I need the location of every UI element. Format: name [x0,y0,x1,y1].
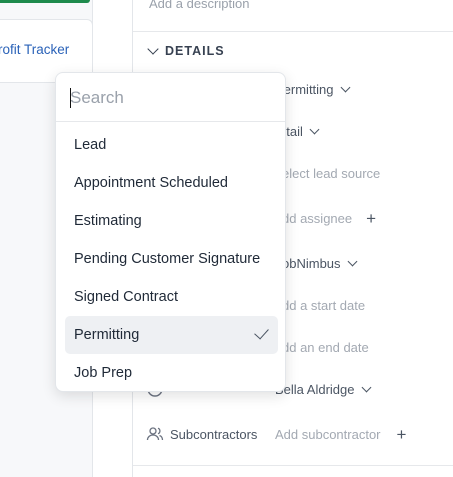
search-bar [56,73,285,122]
profit-tracker-link[interactable]: rofit Tracker [0,42,69,57]
start-date-value[interactable]: dd a start date [282,298,365,313]
text-caret [70,88,71,108]
details-header: DETAILS [165,44,225,58]
option-label: Estimating [74,213,142,229]
assignee-value[interactable]: dd assignee + [282,210,376,227]
chevron-down-icon [340,82,350,92]
sales-rep-value[interactable]: Bella Aldridge [275,381,371,397]
chevron-down-icon [309,124,320,134]
chevron-down-icon [361,382,371,392]
option-pending-customer-signature[interactable]: Pending Customer Signature [65,240,278,278]
option-label: Signed Contract [74,289,178,305]
source-value-text: obNimbus [282,255,341,271]
assignee-value-text: dd assignee [282,210,353,226]
section-divider [133,31,453,32]
subcontractors-value-text: Add subcontractor [275,426,381,442]
chevron-down-icon [147,43,159,55]
option-label: Permitting [74,327,140,343]
option-label: Lead [74,137,107,153]
options-list: Lead Appointment Scheduled Estimating Pe… [56,126,285,391]
option-signed-contract[interactable]: Signed Contract [65,278,278,316]
sales-rep-value-text: Bella Aldridge [275,381,355,397]
search-input[interactable] [70,85,270,111]
description-placeholder[interactable]: Add a description [149,0,249,11]
field-row-subcontractors: Subcontractors Add subcontractor + [133,423,453,445]
option-label: Pending Customer Signature [74,251,261,267]
status-dropdown: Lead Appointment Scheduled Estimating Pe… [55,72,286,392]
end-date-value[interactable]: dd an end date [282,340,369,355]
subcontractors-value[interactable]: Add subcontractor + [275,426,406,443]
left-card-accent [0,0,90,3]
option-appointment-scheduled[interactable]: Appointment Scheduled [65,164,278,202]
option-job-prep[interactable]: Job Prep [65,354,278,391]
chevron-down-icon [347,256,357,266]
users-icon [146,427,164,441]
option-lead[interactable]: Lead [65,126,278,164]
option-permitting[interactable]: Permitting [65,316,278,354]
lead-source-value[interactable]: elect lead source [282,166,380,181]
option-label: Appointment Scheduled [74,175,228,191]
plus-icon[interactable]: + [366,210,376,227]
status-value[interactable]: Permitting [275,82,350,97]
option-label: Job Prep [74,365,133,381]
option-estimating[interactable]: Estimating [65,202,278,240]
details-toggle[interactable]: DETAILS [147,43,225,58]
section-divider [133,465,453,466]
check-icon [254,324,269,340]
source-value[interactable]: obNimbus [282,255,357,271]
plus-icon[interactable]: + [397,426,407,443]
subcontractors-label: Subcontractors [170,426,258,442]
